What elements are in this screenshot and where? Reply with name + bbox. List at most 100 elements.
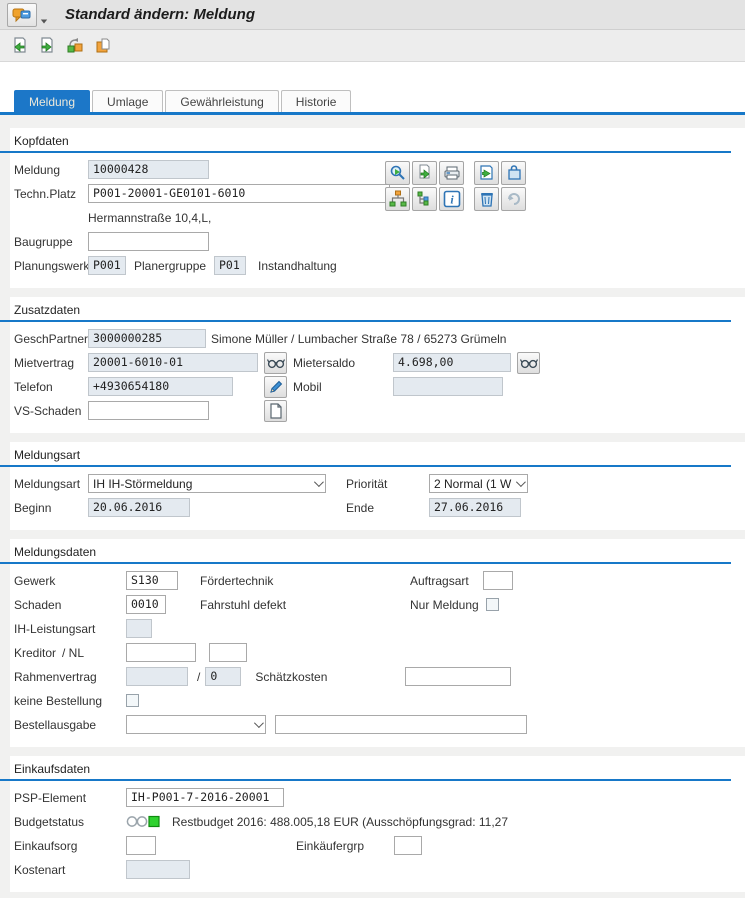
prioritaet-select[interactable]: 2 Normal (1 W… [429, 474, 528, 493]
telefon-label: Telefon [14, 380, 88, 394]
kostenart-field[interactable] [126, 860, 190, 879]
delete-button[interactable] [474, 187, 499, 211]
baugruppe-field[interactable] [88, 232, 209, 251]
planergruppe-field[interactable]: P01 [214, 256, 246, 275]
attachment-icon [505, 164, 523, 182]
application-toolbar [0, 30, 745, 62]
rahmenvertrag-field[interactable] [126, 667, 188, 686]
psp-element-field[interactable]: IH-P001-7-2016-20001 [126, 788, 284, 807]
schaden-text: Fahrstuhl defekt [200, 598, 410, 612]
schaden-label: Schaden [14, 598, 126, 612]
undo-icon [505, 190, 523, 208]
budgetstatus-label: Budgetstatus [14, 815, 126, 829]
copy-document-button[interactable] [412, 161, 437, 185]
dropdown-arrow-icon [41, 19, 47, 23]
telefon-field[interactable]: +4930654180 [88, 377, 233, 396]
nl-field[interactable] [209, 643, 247, 662]
einkaufsorg-field[interactable] [126, 836, 156, 855]
prioritaet-label: Priorität [346, 477, 429, 491]
keine-bestellung-checkbox[interactable] [126, 694, 139, 707]
chevron-down-icon [254, 718, 264, 728]
gewerk-text: Fördertechnik [200, 574, 410, 588]
mietersaldo-label: Mietersaldo [293, 356, 393, 370]
ende-field[interactable]: 27.06.2016 [429, 498, 521, 517]
attachment-button[interactable] [501, 161, 526, 185]
bestellausgabe-select[interactable] [126, 715, 266, 734]
mietersaldo-field[interactable]: 4.698,00 [393, 353, 511, 372]
psp-element-label: PSP-Element [14, 791, 126, 805]
tab-historie[interactable]: Historie [281, 90, 352, 112]
mobil-field[interactable] [393, 377, 503, 396]
rahmenvertrag-label: Rahmenvertrag [14, 670, 126, 684]
section-rule [0, 779, 731, 781]
keine-bestellung-label: keine Bestellung [14, 694, 126, 708]
schaetzkosten-field[interactable] [405, 667, 511, 686]
gewerk-field[interactable]: S130 [126, 571, 178, 590]
tab-content: Kopfdaten [0, 115, 745, 898]
schaetzkosten-label: Schätzkosten [255, 670, 405, 684]
section-title: Kopfdaten [14, 132, 745, 151]
meldungsart-select[interactable]: IH IH-Störmeldung [88, 474, 326, 493]
planungswerk-field[interactable]: P001 [88, 256, 126, 275]
undo-button[interactable] [501, 187, 526, 211]
beginn-field[interactable]: 20.06.2016 [88, 498, 190, 517]
schaden-field[interactable]: 0010 [126, 595, 166, 614]
geschpartner-label: GeschPartner [14, 332, 88, 346]
section-meldungsdaten: Meldungsdaten Gewerk S130 Fördertechnik … [10, 539, 745, 747]
einkaufsorg-label: Einkaufsorg [14, 839, 126, 853]
tab-umlage[interactable]: Umlage [92, 90, 163, 112]
copy-document-icon [416, 164, 434, 182]
meldung-field[interactable]: 10000428 [88, 160, 209, 179]
budget-text: Restbudget 2016: 488.005,18 EUR (Ausschö… [172, 815, 508, 829]
next-document-button[interactable] [36, 35, 58, 57]
ende-label: Ende [346, 501, 429, 515]
techn-platz-label: Techn.Platz [14, 187, 88, 201]
nur-meldung-label: Nur Meldung [410, 598, 486, 612]
title-dropdown-button[interactable] [37, 3, 51, 27]
chevron-down-icon [314, 477, 324, 487]
tab-gewaehrleistung[interactable]: Gewährleistung [165, 90, 278, 112]
notification-menu-button[interactable] [7, 3, 37, 27]
kreditor-nl-label: / NL [62, 646, 126, 660]
print-button[interactable] [439, 161, 464, 185]
section-rule [0, 465, 731, 467]
beginn-label: Beginn [14, 501, 88, 515]
vs-schaden-field[interactable] [88, 401, 209, 420]
structure-change-button[interactable] [64, 35, 86, 57]
geschpartner-field[interactable]: 3000000285 [88, 329, 206, 348]
meldung-label: Meldung [14, 163, 88, 177]
kopfdaten-icon-toolbar: i [385, 161, 526, 211]
info-button[interactable]: i [439, 187, 464, 211]
display-search-button[interactable] [385, 161, 410, 185]
paste-document-button[interactable] [474, 161, 499, 185]
einkaeufergrp-field[interactable] [394, 836, 422, 855]
copy-template-button[interactable] [92, 35, 114, 57]
kreditor-field[interactable] [126, 643, 196, 662]
spacer [0, 62, 745, 88]
copy-template-icon [94, 37, 112, 55]
tab-meldung[interactable]: Meldung [14, 90, 90, 112]
bestellausgabe-field[interactable] [275, 715, 527, 734]
mietvertrag-field[interactable]: 20001-6010-01 [88, 353, 258, 372]
hierarchy-button[interactable] [385, 187, 410, 211]
section-meldungsart: Meldungsart Meldungsart IH IH-Störmeldun… [10, 442, 745, 530]
display-mietersaldo-button[interactable] [517, 352, 540, 374]
rahmenvertrag-pos-field[interactable]: 0 [205, 667, 241, 686]
mietvertrag-label: Mietvertrag [14, 356, 88, 370]
techn-platz-field[interactable]: P001-20001-GE0101-6010 [88, 184, 390, 203]
section-title: Meldungsart [14, 446, 745, 465]
auftragsart-field[interactable] [483, 571, 513, 590]
nur-meldung-checkbox[interactable] [486, 598, 499, 611]
edit-telefon-button[interactable] [264, 376, 287, 398]
ih-leistungsart-label: IH-Leistungsart [14, 622, 126, 636]
paste-document-icon [478, 164, 496, 182]
structure-list-button[interactable] [412, 187, 437, 211]
create-text-button[interactable] [264, 400, 287, 422]
vs-schaden-label: VS-Schaden [14, 404, 88, 418]
display-mietvertrag-button[interactable] [264, 352, 287, 374]
display-glasses-icon [267, 357, 285, 369]
planungswerk-label: Planungswerk [14, 259, 88, 273]
previous-document-button[interactable] [8, 35, 30, 57]
ih-leistungsart-field[interactable] [126, 619, 152, 638]
create-document-icon [269, 403, 283, 419]
